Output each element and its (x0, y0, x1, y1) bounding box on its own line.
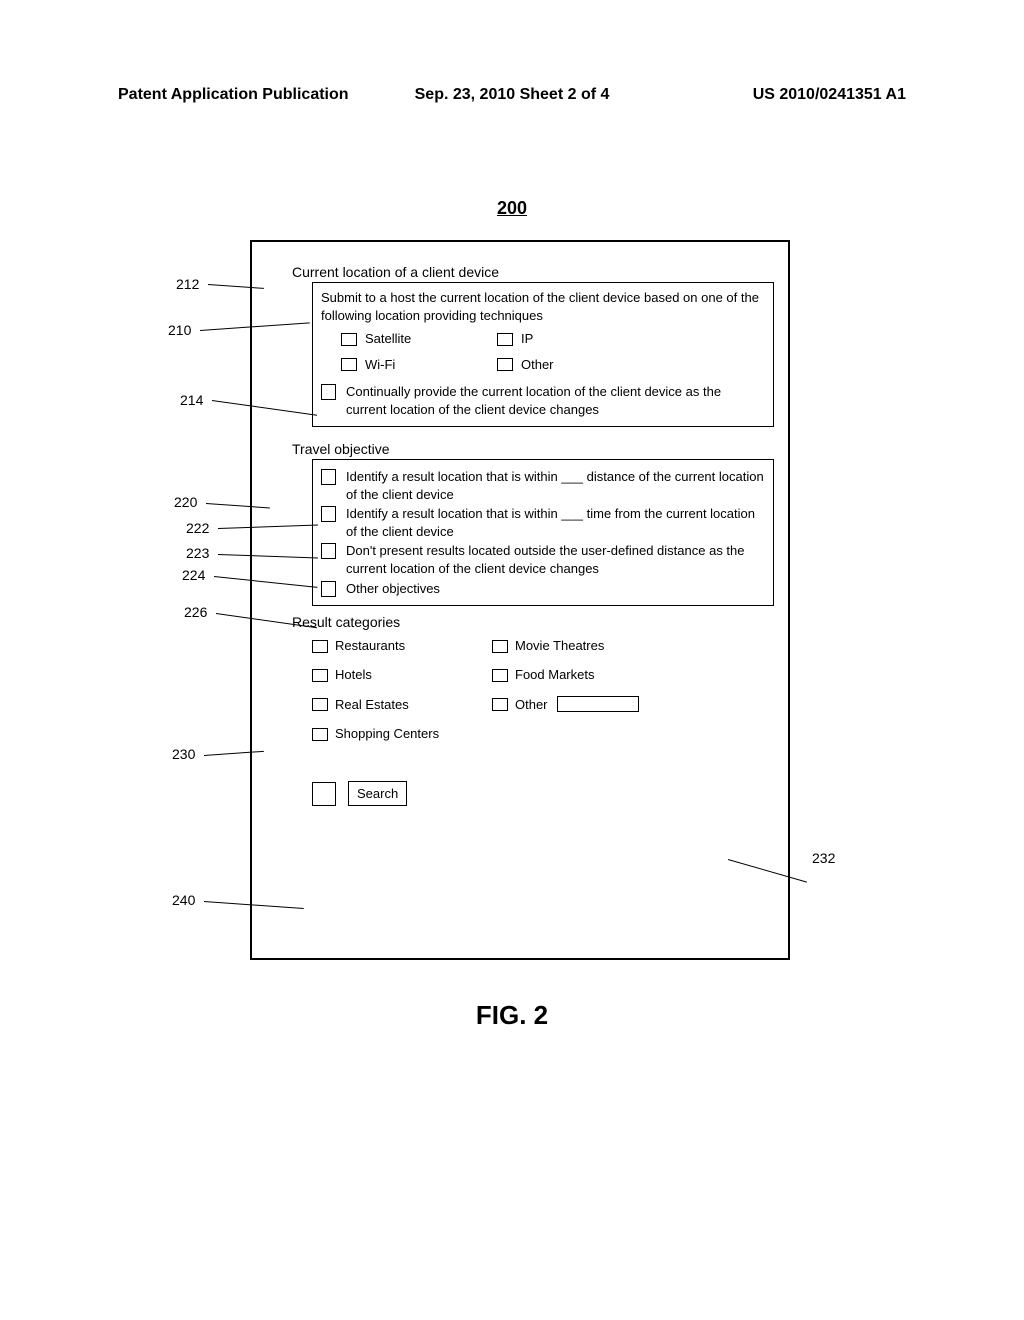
ui-panel-200: Current location of a client device Subm… (250, 240, 790, 960)
cat-restaurants[interactable]: Restaurants (312, 638, 492, 653)
obj-distance[interactable]: Identify a result location that is withi… (321, 468, 765, 503)
checkbox-icon (497, 333, 513, 346)
obj-time[interactable]: Identify a result location that is withi… (321, 505, 765, 540)
opt-ip[interactable]: IP (497, 330, 647, 348)
checkbox-icon (321, 469, 336, 485)
checkbox-icon (492, 669, 508, 682)
ref-210: 210 (168, 322, 191, 338)
ref-220: 220 (174, 494, 197, 510)
ref-214: 214 (180, 392, 203, 408)
opt-other[interactable]: Other (497, 356, 647, 374)
checkbox-icon (497, 358, 513, 371)
categories-grid: Restaurants Movie Theatres Hotels Food M… (312, 638, 774, 741)
ref-222: 222 (186, 520, 209, 536)
opt-continual[interactable]: Continually provide the current location… (321, 383, 765, 418)
obj-no-outside[interactable]: Don't present results located outside th… (321, 542, 765, 577)
objective-box: Identify a result location that is withi… (312, 459, 774, 606)
cat-movies[interactable]: Movie Theatres (492, 638, 712, 653)
figure-ref-number: 200 (497, 198, 527, 219)
section-title-location: Current location of a client device (292, 264, 774, 280)
cat-realestate[interactable]: Real Estates (312, 696, 492, 712)
checkbox-icon (321, 581, 336, 597)
ref-240: 240 (172, 892, 195, 908)
checkbox-icon (312, 698, 328, 711)
checkbox-icon (321, 506, 336, 522)
ref-226: 226 (184, 604, 207, 620)
ref-224: 224 (182, 567, 205, 583)
checkbox-icon (341, 358, 357, 371)
search-block: Search (312, 781, 774, 806)
checkbox-icon (341, 333, 357, 346)
section-title-categories: Result categories (292, 614, 774, 630)
section-title-objective: Travel objective (292, 441, 774, 457)
checkbox-icon (312, 669, 328, 682)
header-right: US 2010/0241351 A1 (753, 86, 906, 104)
location-submit-text: Submit to a host the current location of… (321, 289, 765, 324)
opt-wifi[interactable]: Wi-Fi (341, 356, 491, 374)
ref-230: 230 (172, 746, 195, 762)
cat-other[interactable]: Other (492, 696, 712, 712)
header-left: Patent Application Publication (118, 86, 349, 104)
opt-satellite[interactable]: Satellite (341, 330, 491, 348)
location-submit-box: Submit to a host the current location of… (312, 282, 774, 427)
cat-shopping[interactable]: Shopping Centers (312, 726, 492, 741)
checkbox-icon (492, 640, 508, 653)
figure-caption: FIG. 2 (476, 1000, 548, 1031)
ref-232: 232 (812, 850, 835, 866)
cat-food[interactable]: Food Markets (492, 667, 712, 682)
header-center: Sep. 23, 2010 Sheet 2 of 4 (415, 86, 610, 104)
search-checkbox[interactable] (312, 782, 336, 806)
checkbox-icon (321, 543, 336, 559)
checkbox-icon (321, 384, 336, 400)
other-category-input[interactable] (557, 696, 639, 712)
search-button[interactable]: Search (348, 781, 407, 806)
checkbox-icon (312, 728, 328, 741)
checkbox-icon (312, 640, 328, 653)
ref-223: 223 (186, 545, 209, 561)
ref-212: 212 (176, 276, 199, 292)
cat-hotels[interactable]: Hotels (312, 667, 492, 682)
checkbox-icon (492, 698, 508, 711)
obj-other[interactable]: Other objectives (321, 580, 765, 598)
